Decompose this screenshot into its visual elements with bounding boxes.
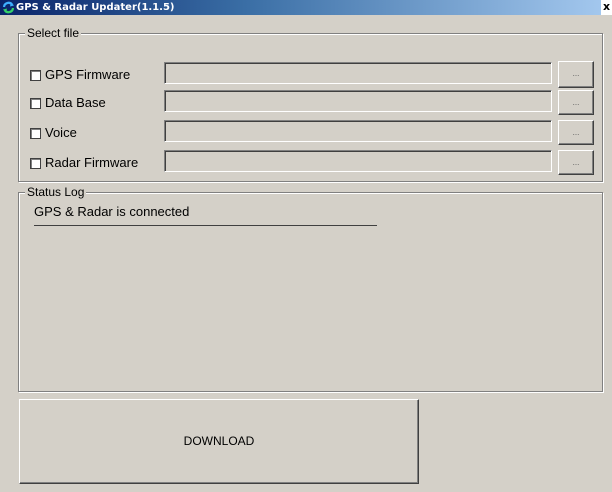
radar-firmware-label: Radar Firmware [45, 155, 139, 170]
window-title: GPS & Radar Updater(1.1.5) [16, 2, 175, 13]
gps-firmware-checkbox[interactable] [30, 70, 41, 81]
close-button[interactable]: x [601, 0, 612, 15]
voice-label: Voice [45, 125, 77, 140]
radar-firmware-checkbox[interactable] [30, 158, 41, 169]
file-row-gps-firmware: GPS Firmware [30, 66, 160, 86]
status-log-group: Status Log [18, 185, 603, 392]
data-base-checkbox[interactable] [30, 98, 41, 109]
download-button[interactable]: DOWNLOAD [19, 399, 419, 484]
title-bar[interactable]: GPS & Radar Updater(1.1.5) x [0, 0, 612, 15]
progress-line [34, 225, 377, 226]
file-row-radar-firmware: Radar Firmware [30, 154, 160, 174]
voice-path-field[interactable] [164, 120, 552, 142]
file-row-data-base: Data Base [30, 94, 160, 114]
voice-browse-button[interactable]: ... [558, 120, 594, 145]
status-log-legend: Status Log [25, 185, 87, 199]
voice-checkbox[interactable] [30, 128, 41, 139]
data-base-path-field[interactable] [164, 90, 552, 112]
gps-firmware-path-field[interactable] [164, 62, 552, 84]
gps-firmware-label: GPS Firmware [45, 67, 131, 82]
gps-firmware-browse-button[interactable]: ... [558, 61, 594, 88]
data-base-browse-button[interactable]: ... [558, 90, 594, 115]
refresh-arrows-icon [2, 1, 15, 14]
select-file-legend: Select file [25, 26, 82, 40]
data-base-label: Data Base [45, 95, 106, 110]
radar-firmware-path-field[interactable] [164, 150, 552, 172]
status-message: GPS & Radar is connected [34, 204, 190, 219]
file-row-voice: Voice [30, 124, 160, 144]
radar-firmware-browse-button[interactable]: ... [558, 150, 594, 175]
